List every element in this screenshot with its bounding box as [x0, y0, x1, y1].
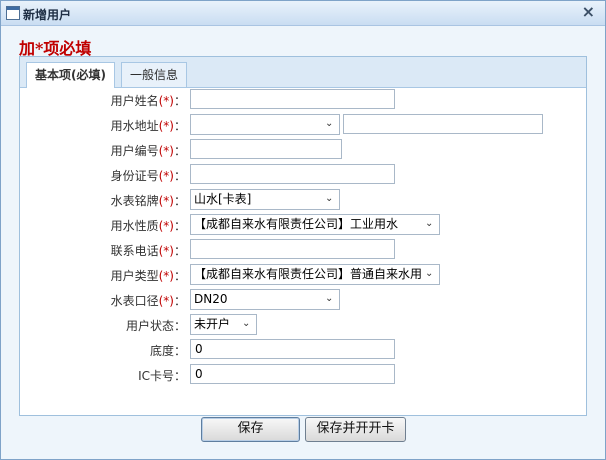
user-type-label: 用户类型(*)：: [110, 269, 186, 283]
close-icon[interactable]: ×: [582, 4, 595, 20]
dialog-title: 新增用户: [23, 8, 72, 22]
row-meter-brand: 水表铭牌(*)： 山水[卡表] ⌄: [20, 189, 586, 211]
water-nature-label: 用水性质(*)：: [110, 219, 186, 233]
tab-basic-required[interactable]: 基本项(必填): [26, 62, 115, 88]
basic-form: 用户姓名(*)： 用水地址(*)： ⌄ 用户编号(*)： 身份证号(*)： 水表…: [20, 88, 586, 415]
meter-brand-label: 水表铭牌(*)：: [110, 194, 186, 208]
window-icon: [6, 6, 20, 20]
water-address-label: 用水地址(*)：: [110, 119, 186, 133]
row-contact-phone: 联系电话(*)：: [20, 239, 586, 261]
chevron-down-icon: ⌄: [425, 268, 434, 279]
new-user-dialog: 新增用户 × 加*项必填 基本项(必填) 一般信息 用户姓名(*)： 用水地址(…: [0, 0, 606, 460]
contact-phone-label: 联系电话(*)：: [110, 244, 186, 258]
meter-caliber-select[interactable]: DN20 ⌄: [190, 289, 340, 310]
row-user-status: 用户状态： 未开户 ⌄: [20, 314, 586, 336]
chevron-down-icon: ⌄: [325, 193, 334, 204]
chevron-down-icon: ⌄: [325, 118, 334, 129]
user-number-label: 用户编号(*)：: [110, 144, 186, 158]
row-meter-caliber: 水表口径(*)： DN20 ⌄: [20, 289, 586, 311]
row-id-number: 身份证号(*)：: [20, 164, 586, 186]
water-address-detail-input[interactable]: [343, 114, 543, 134]
ic-card-number-input[interactable]: 0: [190, 364, 395, 384]
save-button[interactable]: 保存: [201, 417, 300, 442]
row-ic-card-number: IC卡号： 0: [20, 364, 586, 386]
water-nature-select[interactable]: 【成都自来水有限责任公司】工业用水 ⌄: [190, 214, 440, 235]
chevron-down-icon: ⌄: [242, 318, 251, 329]
chevron-down-icon: ⌄: [425, 218, 434, 229]
tab-general-info[interactable]: 一般信息: [121, 62, 188, 87]
user-number-input[interactable]: [190, 139, 342, 159]
row-user-number: 用户编号(*)：: [20, 139, 586, 161]
water-address-select[interactable]: ⌄: [190, 114, 340, 135]
user-name-input[interactable]: [190, 89, 395, 109]
row-user-name: 用户姓名(*)：: [20, 89, 586, 111]
id-number-label: 身份证号(*)：: [110, 169, 186, 183]
meter-caliber-label: 水表口径(*)：: [110, 294, 186, 308]
user-status-select[interactable]: 未开户 ⌄: [190, 314, 257, 335]
title-bar[interactable]: 新增用户 ×: [1, 1, 605, 26]
base-reading-input[interactable]: 0: [190, 339, 395, 359]
row-water-nature: 用水性质(*)： 【成都自来水有限责任公司】工业用水 ⌄: [20, 214, 586, 236]
user-status-label: 用户状态：: [125, 319, 186, 333]
user-type-select[interactable]: 【成都自来水有限责任公司】普通自来水用 ⌄: [190, 264, 440, 285]
id-number-input[interactable]: [190, 164, 395, 184]
meter-brand-select[interactable]: 山水[卡表] ⌄: [190, 189, 340, 210]
row-user-type: 用户类型(*)： 【成都自来水有限责任公司】普通自来水用 ⌄: [20, 264, 586, 286]
base-reading-label: 底度：: [149, 344, 186, 358]
contact-phone-input[interactable]: [190, 239, 395, 259]
ic-card-number-label: IC卡号：: [138, 369, 186, 383]
chevron-down-icon: ⌄: [325, 293, 334, 304]
row-base-reading: 底度： 0: [20, 339, 586, 361]
save-and-open-card-button[interactable]: 保存并开开卡: [305, 417, 406, 442]
tab-bar: 基本项(必填) 一般信息: [20, 57, 586, 88]
row-water-address: 用水地址(*)： ⌄: [20, 114, 586, 136]
user-name-label: 用户姓名(*)：: [110, 94, 186, 108]
dialog-buttons: 保存 保存并开开卡: [1, 417, 605, 443]
form-panel: 基本项(必填) 一般信息 用户姓名(*)： 用水地址(*)： ⌄ 用户编号(*)…: [19, 56, 587, 416]
